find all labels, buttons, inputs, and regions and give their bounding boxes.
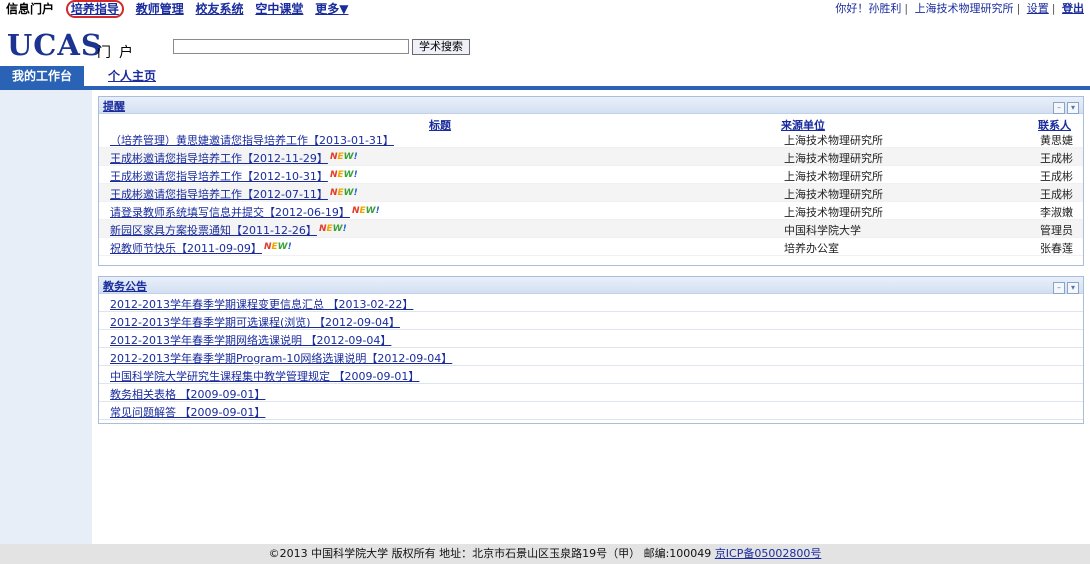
icp-link[interactable]: 京ICP备05002800号 — [715, 547, 822, 560]
reminder-title-cell: 王成彬邀请您指导培养工作【2012-10-31】 NEW! — [110, 168, 358, 184]
nav-item-air-class[interactable]: 空中课堂 — [255, 2, 303, 16]
tab-profile[interactable]: 个人主页 — [94, 66, 170, 86]
reminder-title-cell: 王成彬邀请您指导培养工作【2012-07-11】 NEW! — [110, 186, 358, 202]
new-badge-icon: NEW! — [329, 188, 358, 198]
reminder-link[interactable]: 请登录教师系统填写信息并提交【2012-06-19】 — [110, 206, 350, 219]
chevron-down-icon[interactable]: ▾ — [1067, 102, 1079, 114]
reminders-panel-header: 提醒 – ▾ — [99, 97, 1083, 114]
nav-right: 你好！孙胜利 | 上海技术物理研究所 | 设置 | 登出 — [835, 2, 1084, 15]
list-item: 2012-2013学年春季学期Program-10网络选课说明【2012-09-… — [99, 348, 1083, 366]
notices-list: 2012-2013学年春季学期课程变更信息汇总 【2013-02-22】 2012… — [99, 294, 1083, 420]
chevron-down-icon[interactable]: ▾ — [1067, 282, 1079, 294]
reminder-link[interactable]: 王成彬邀请您指导培养工作【2012-10-31】 — [110, 170, 328, 183]
reminder-title-cell: 祝教师节快乐【2011-09-09】 NEW! — [110, 240, 292, 256]
new-badge-icon: NEW! — [329, 170, 358, 180]
header: UCAS 门户 学术搜索 — [0, 28, 1090, 64]
reminder-title-cell: （培养管理）黄思婕邀请您指导培养工作【2013-01-31】 — [110, 132, 394, 148]
tab-workbench[interactable]: 我的工作台 — [0, 66, 84, 86]
list-item: 常见问题解答 【2009-09-01】 — [99, 402, 1083, 420]
logo-subtitle: 门户 — [97, 45, 141, 61]
reminders-title[interactable]: 提醒 — [103, 98, 125, 114]
new-badge-icon: NEW! — [263, 242, 292, 252]
notices-panel-header: 教务公告 – ▾ — [99, 277, 1083, 294]
nav-item-training[interactable]: 培养指导 — [65, 0, 124, 18]
reminder-source: 上海技术物理研究所 — [784, 170, 883, 183]
left-sidebar — [0, 90, 92, 544]
reminder-source: 上海技术物理研究所 — [784, 188, 883, 201]
reminders-table-body: （培养管理）黄思婕邀请您指导培养工作【2013-01-31】 上海技术物理研究所黄… — [99, 130, 1083, 256]
reminder-contact: 王成彬 — [1040, 170, 1073, 183]
top-nav: 信息门户 培养指导 教师管理 校友系统 空中课堂 更多▼ 你好！孙胜利 | 上海技… — [0, 0, 1090, 18]
nav-item-teacher[interactable]: 教师管理 — [136, 2, 184, 16]
notice-link[interactable]: 教务相关表格 【2009-09-01】 — [110, 388, 265, 401]
panel-tools: – ▾ — [1051, 279, 1079, 294]
nav-left: 信息门户 培养指导 教师管理 校友系统 空中课堂 更多▼ — [6, 0, 356, 18]
notice-link[interactable]: 2012-2013学年春季学期可选课程(浏览) 【2012-09-04】 — [110, 316, 400, 329]
list-item: 2012-2013学年春季学期可选课程(浏览) 【2012-09-04】 — [99, 312, 1083, 330]
list-item: 2012-2013学年春季学期课程变更信息汇总 【2013-02-22】 — [99, 294, 1083, 312]
user-org: 上海技术物理研究所 — [914, 2, 1014, 15]
notice-link[interactable]: 中国科学院大学研究生课程集中教学管理规定 【2009-09-01】 — [110, 370, 419, 383]
table-row: 请登录教师系统填写信息并提交【2012-06-19】 NEW! 上海技术物理研究所 李… — [99, 202, 1083, 220]
reminder-link[interactable]: 王成彬邀请您指导培养工作【2012-11-29】 — [110, 152, 328, 165]
reminder-link[interactable]: 祝教师节快乐【2011-09-09】 — [110, 242, 262, 255]
minimize-icon[interactable]: – — [1053, 102, 1065, 114]
reminder-contact: 黄思婕 — [1040, 134, 1073, 147]
reminder-link[interactable]: 新园区家具方案投票通知【2011-12-26】 — [110, 224, 317, 237]
search-input[interactable] — [173, 39, 409, 54]
reminder-title-cell: 新园区家具方案投票通知【2011-12-26】 NEW! — [110, 222, 347, 238]
reminder-source: 上海技术物理研究所 — [784, 152, 883, 165]
table-row: 祝教师节快乐【2011-09-09】 NEW! 培养办公室 张春莲 — [99, 238, 1083, 256]
table-row: 王成彬邀请您指导培养工作【2012-10-31】 NEW! 上海技术物理研究所 王成彬 — [99, 166, 1083, 184]
table-row: 新园区家具方案投票通知【2011-12-26】 NEW! 中国科学院大学 管理员 — [99, 220, 1083, 238]
reminder-source: 上海技术物理研究所 — [784, 206, 883, 219]
main-tabs: 我的工作台 个人主页 — [0, 66, 1090, 90]
reminder-source: 培养办公室 — [784, 242, 839, 255]
reminder-link[interactable]: 王成彬邀请您指导培养工作【2012-07-11】 — [110, 188, 328, 201]
notice-link[interactable]: 常见问题解答 【2009-09-01】 — [110, 406, 265, 419]
list-item: 2012-2013学年春季学期网络选课说明 【2012-09-04】 — [99, 330, 1083, 348]
notice-link[interactable]: 2012-2013学年春季学期网络选课说明 【2012-09-04】 — [110, 334, 391, 347]
reminder-contact: 王成彬 — [1040, 152, 1073, 165]
logout-link[interactable]: 登出 — [1062, 2, 1084, 15]
tab-profile-link[interactable]: 个人主页 — [108, 69, 156, 83]
notice-link[interactable]: 2012-2013学年春季学期Program-10网络选课说明【2012-09-… — [110, 352, 452, 365]
footer: ©2013 中国科学院大学 版权所有 地址：北京市石景山区玉泉路19号（甲） 邮… — [0, 544, 1090, 564]
reminder-source: 中国科学院大学 — [784, 224, 861, 237]
list-item: 中国科学院大学研究生课程集中教学管理规定 【2009-09-01】 — [99, 366, 1083, 384]
new-badge-icon: NEW! — [318, 224, 347, 234]
panel-tools: – ▾ — [1051, 99, 1079, 114]
reminders-table-header: 标题 来源单位 联系人 — [99, 114, 1083, 132]
nav-home[interactable]: 信息门户 — [6, 2, 54, 16]
new-badge-icon: NEW! — [351, 206, 380, 216]
academic-search-button[interactable]: 学术搜索 — [412, 39, 470, 55]
notice-link[interactable]: 2012-2013学年春季学期课程变更信息汇总 【2013-02-22】 — [110, 298, 413, 311]
reminders-panel: 提醒 – ▾ 标题 来源单位 联系人 （培养管理）黄思婕邀请您指导培养工作【201… — [98, 96, 1084, 266]
nav-item-more[interactable]: 更多▼ — [315, 2, 348, 16]
reminder-link[interactable]: （培养管理）黄思婕邀请您指导培养工作【2013-01-31】 — [110, 134, 394, 147]
settings-link[interactable]: 设置 — [1027, 2, 1049, 15]
table-row: 王成彬邀请您指导培养工作【2012-07-11】 NEW! 上海技术物理研究所 王成彬 — [99, 184, 1083, 202]
notices-panel: 教务公告 – ▾ 2012-2013学年春季学期课程变更信息汇总 【2013-02… — [98, 276, 1084, 424]
list-item: 教务相关表格 【2009-09-01】 — [99, 384, 1083, 402]
minimize-icon[interactable]: – — [1053, 282, 1065, 294]
nav-item-alumni[interactable]: 校友系统 — [196, 2, 244, 16]
user-greeting: 你好！孙胜利 — [835, 2, 902, 15]
notices-title[interactable]: 教务公告 — [103, 278, 147, 294]
reminder-source: 上海技术物理研究所 — [784, 134, 883, 147]
reminder-title-cell: 请登录教师系统填写信息并提交【2012-06-19】 NEW! — [110, 204, 380, 220]
reminder-contact: 张春莲 — [1040, 242, 1073, 255]
reminder-contact: 管理员 — [1040, 224, 1073, 237]
table-row: 王成彬邀请您指导培养工作【2012-11-29】 NEW! 上海技术物理研究所 王成彬 — [99, 148, 1083, 166]
reminder-contact: 王成彬 — [1040, 188, 1073, 201]
new-badge-icon: NEW! — [329, 152, 358, 162]
ucas-logo: UCAS — [7, 28, 103, 62]
reminder-title-cell: 王成彬邀请您指导培养工作【2012-11-29】 NEW! — [110, 150, 358, 166]
table-row: （培养管理）黄思婕邀请您指导培养工作【2013-01-31】 上海技术物理研究所 黄… — [99, 130, 1083, 148]
footer-text: ©2013 中国科学院大学 版权所有 地址：北京市石景山区玉泉路19号（甲） 邮… — [268, 547, 712, 560]
reminder-contact: 李淑嫩 — [1040, 206, 1073, 219]
